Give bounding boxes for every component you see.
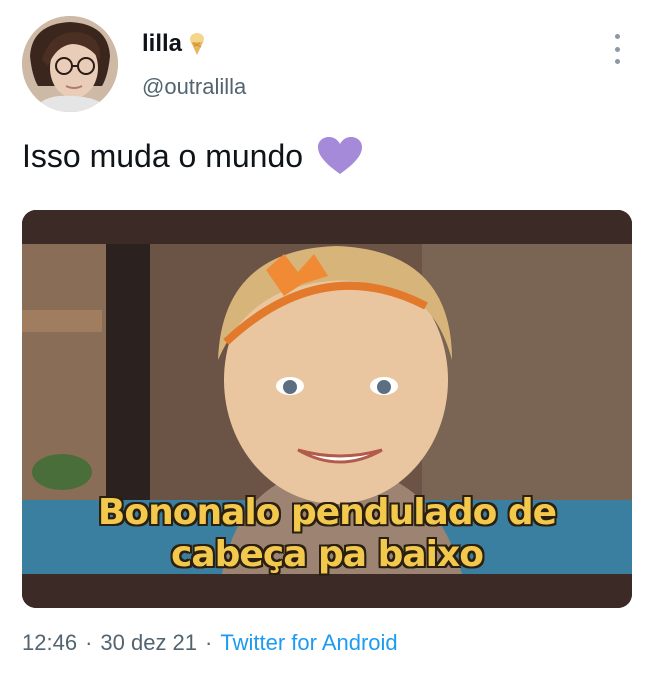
more-options-icon[interactable] [607, 34, 627, 64]
ice-cream-icon [188, 32, 206, 56]
media-caption: Bononalo pendulado de cabeça pa baixo [22, 492, 632, 576]
display-name-text: lilla [142, 30, 183, 57]
caption-line-2: cabeça pa baixo [171, 534, 484, 575]
author-name[interactable]: lilla [142, 30, 206, 58]
tweet-metadata: 12:46 · 30 dez 21 · Twitter for Android [22, 630, 398, 656]
caption-line-1: Bononalo pendulado de [97, 492, 557, 533]
tweet-media[interactable]: Bononalo pendulado de cabeça pa baixo [22, 210, 632, 608]
tweet-text: Isso muda o mundo [22, 136, 363, 176]
avatar-image [22, 16, 118, 112]
tweet-source-link[interactable]: Twitter for Android [220, 630, 397, 656]
separator-dot: · [205, 630, 213, 655]
tweet-time[interactable]: 12:46 [22, 630, 77, 656]
author-handle[interactable]: @outralilla [142, 74, 246, 100]
separator-dot: · [85, 630, 93, 655]
tweet-date[interactable]: 30 dez 21 [100, 630, 197, 656]
tweet-body: Isso muda o mundo [22, 137, 304, 174]
avatar[interactable] [22, 16, 118, 112]
purple-heart-icon [317, 136, 363, 176]
tweet-card: lilla @outralilla Isso muda o mundo Bono… [0, 0, 653, 680]
